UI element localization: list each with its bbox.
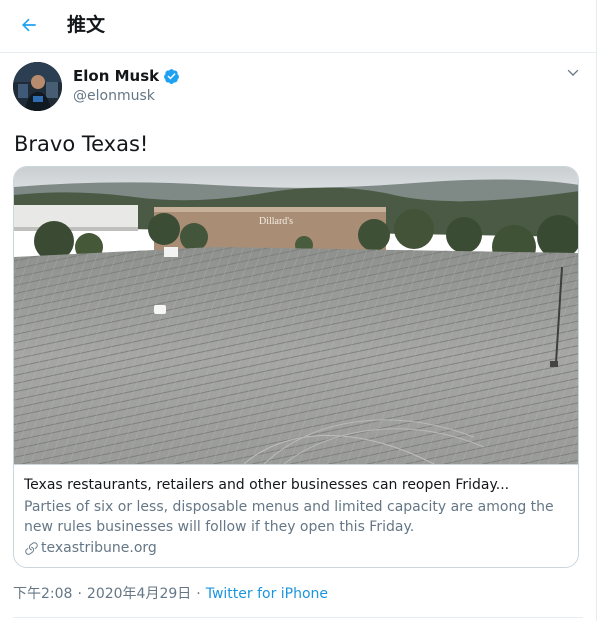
card-domain: texastribune.org (41, 540, 157, 556)
chevron-down-icon (567, 69, 579, 76)
divider (13, 617, 583, 618)
tweet-menu-button[interactable] (563, 63, 583, 83)
card-image: Dillard's (14, 167, 578, 465)
author-name[interactable]: Elon Musk (73, 66, 159, 86)
author-handle[interactable]: @elonmusk (73, 87, 155, 105)
tweet-text: Bravo Texas! (14, 132, 149, 156)
tweet-date[interactable]: 2020年4月29日 (87, 584, 191, 604)
tweet-time[interactable]: 下午2:08 (13, 584, 72, 604)
tweet-meta: 下午2:08 · 2020年4月29日 · Twitter for iPhone (13, 584, 328, 604)
page-title: 推文 (67, 14, 106, 36)
top-header: 推文 (0, 0, 596, 53)
author-name-row[interactable]: Elon Musk (73, 66, 180, 86)
avatar-image (13, 62, 62, 111)
link-icon (25, 541, 38, 555)
back-button[interactable] (12, 8, 46, 42)
card-description: Parties of six or less, disposable menus… (24, 499, 554, 535)
arrow-left-icon (22, 18, 36, 32)
verified-badge-icon (164, 68, 180, 84)
card-title: Texas restaurants, retailers and other b… (24, 477, 510, 493)
meta-separator-2: · (196, 586, 201, 602)
card-domain-row: texastribune.org (24, 538, 157, 558)
tweet-source-link[interactable]: Twitter for iPhone (206, 584, 328, 604)
link-preview-card[interactable]: Dillard's Texas restaurants, retailers a… (13, 166, 579, 568)
avatar[interactable] (13, 62, 62, 111)
tweet-detail-page: 推文 Elon Musk @elonmusk Bravo Texas! Dill… (0, 0, 597, 621)
meta-separator: · (77, 586, 82, 602)
store-sign: Dillard's (259, 216, 293, 227)
